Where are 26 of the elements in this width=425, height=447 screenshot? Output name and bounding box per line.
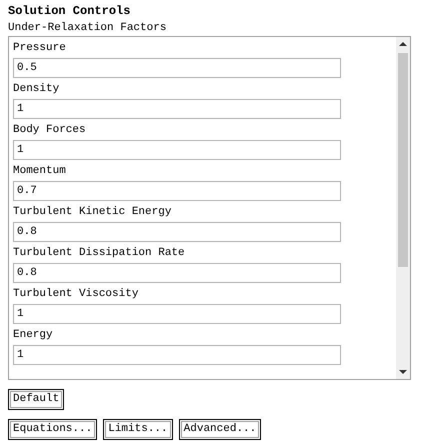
field-label: Pressure xyxy=(13,41,67,56)
field-label: Turbulent Viscosity xyxy=(13,287,140,302)
input-field[interactable]: 0.8 xyxy=(13,263,341,283)
field-label: Body Forces xyxy=(13,123,87,138)
panel-title: Solution Controls xyxy=(8,3,132,20)
input-field[interactable]: 1 xyxy=(13,140,341,160)
input-field[interactable]: 1 xyxy=(13,304,341,324)
input-field[interactable]: 0.7 xyxy=(13,181,341,201)
field-label: Turbulent Kinetic Energy xyxy=(13,205,172,220)
input-field[interactable]: 0.5 xyxy=(13,58,341,78)
field-label: Energy xyxy=(13,328,54,343)
scrollbar[interactable] xyxy=(396,37,410,379)
action-button[interactable]: Equations... xyxy=(8,419,98,440)
field-label: Density xyxy=(13,82,60,97)
field-label: Momentum xyxy=(13,164,67,179)
field-label: Turbulent Dissipation Rate xyxy=(13,246,186,261)
action-button[interactable]: Limits... xyxy=(103,419,173,440)
scroll-up-icon[interactable] xyxy=(399,41,407,47)
section-label: Under-Relaxation Factors xyxy=(8,21,168,36)
scroll-down-icon[interactable] xyxy=(399,369,407,375)
default-button[interactable]: Default xyxy=(8,389,64,410)
scroll-thumb[interactable] xyxy=(398,53,408,267)
input-field[interactable]: 1 xyxy=(13,345,341,365)
action-button[interactable]: Advanced... xyxy=(178,419,262,440)
input-field[interactable]: 1 xyxy=(13,99,341,119)
input-field[interactable]: 0.8 xyxy=(13,222,341,242)
